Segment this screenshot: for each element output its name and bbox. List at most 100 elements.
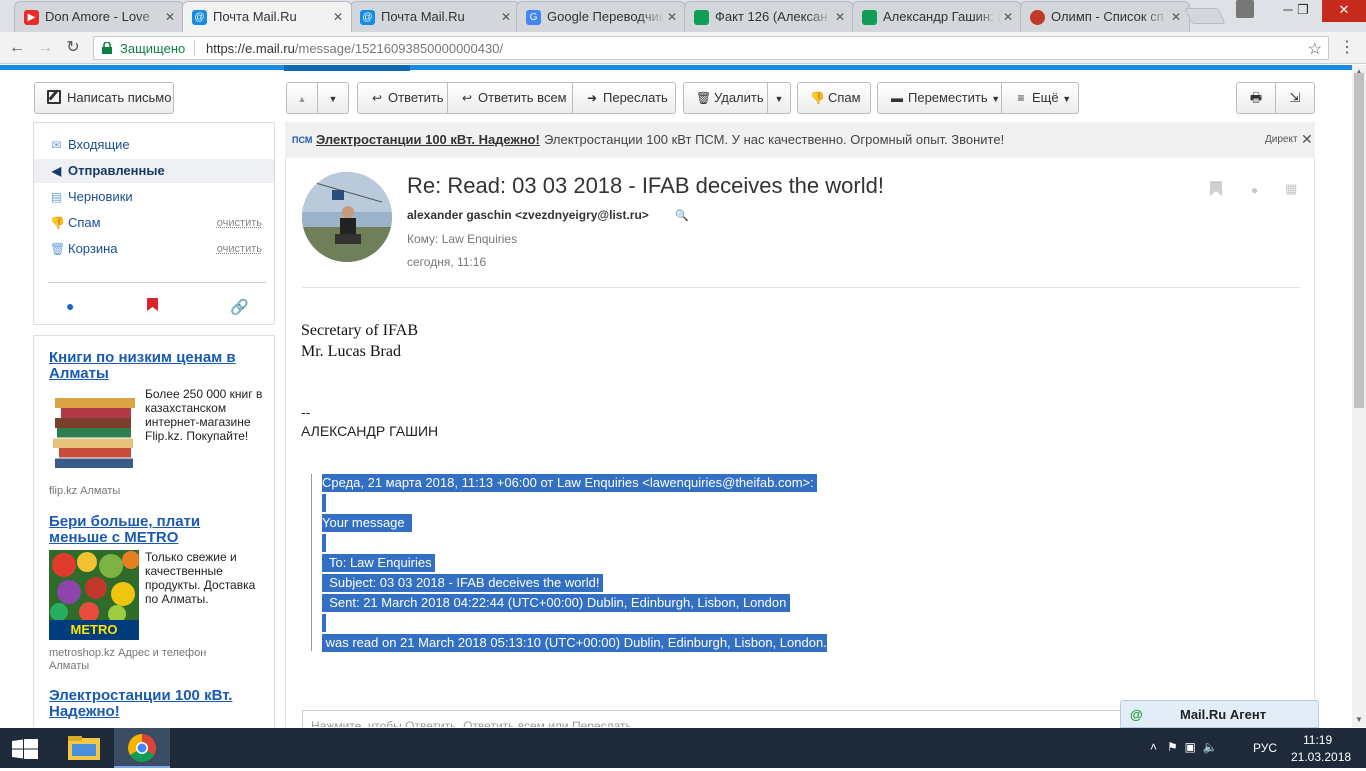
tab-close-icon[interactable]: ✕: [1171, 2, 1181, 32]
sheets-icon: [694, 10, 709, 25]
tab-close-icon[interactable]: ✕: [501, 2, 511, 32]
forward-icon[interactable]: →: [34, 38, 56, 58]
reply-button[interactable]: ↩ Ответить: [357, 82, 448, 114]
calendar-icon[interactable]: ▦: [1285, 181, 1297, 197]
tab-close-icon[interactable]: ✕: [333, 2, 343, 32]
tab-close-icon[interactable]: ✕: [1003, 2, 1013, 32]
print-button[interactable]: 🖶: [1236, 82, 1276, 114]
tab-close-icon[interactable]: ✕: [835, 2, 845, 32]
chevron-down-icon: ▼: [991, 94, 1001, 104]
browser-tab-strip: ▶ Don Amore - Love ✕ @ Почта Mail.Ru ✕ @…: [0, 0, 1366, 32]
header-stripe: [0, 65, 1352, 70]
move-label: Переместить: [908, 90, 988, 105]
windows-start-icon[interactable]: [12, 739, 38, 759]
collapse-button[interactable]: ⇲: [1275, 82, 1315, 114]
close-window-button[interactable]: ✕: [1322, 0, 1366, 22]
url-text[interactable]: https://e.mail.ru/message/15216093850000…: [206, 41, 503, 56]
spam-button[interactable]: 👎 Спам: [797, 82, 871, 114]
flag-tray-icon[interactable]: ⚑: [1167, 740, 1178, 754]
scroll-thumb[interactable]: [1354, 73, 1364, 408]
olymp-icon: [1030, 10, 1045, 25]
more-button[interactable]: ≡ Ещё ▼: [1001, 82, 1079, 114]
bookmark-star-icon[interactable]: ☆: [1308, 39, 1322, 59]
close-icon[interactable]: ✕: [1301, 131, 1313, 148]
forward-icon: ➜: [586, 91, 598, 105]
browser-tab-3[interactable]: G Google Переводчик ✕: [516, 1, 686, 32]
flag-icon[interactable]: [1210, 181, 1222, 200]
reply-icon: ↩: [371, 91, 383, 105]
user-profile-icon[interactable]: [1236, 0, 1254, 18]
browser-tab-1[interactable]: @ Почта Mail.Ru ✕: [182, 1, 352, 32]
ad-2-title[interactable]: Бери больше, плати меньше с METRO: [49, 514, 249, 546]
scroll-down-icon[interactable]: ▼: [1355, 715, 1363, 724]
message-sender[interactable]: alexander gaschin <zvezdnyeigry@list.ru>: [407, 208, 649, 222]
browser-tab-5[interactable]: Александр Гашин: ( ✕: [852, 1, 1022, 32]
direct-ad-banner[interactable]: ПСМ Электростанции 100 кВт. Надежно! Эле…: [285, 122, 1315, 158]
tray-expand-icon[interactable]: ˄: [1150, 740, 1157, 754]
folder-sent[interactable]: ◀ Отправленные: [34, 159, 274, 183]
file-explorer-icon[interactable]: [56, 728, 112, 768]
attachment-filter-icon[interactable]: 🔗: [230, 298, 249, 316]
sender-avatar[interactable]: [302, 172, 392, 262]
ad-1-title[interactable]: Книги по низким ценам в Алматы: [49, 350, 249, 382]
browser-tab-0[interactable]: ▶ Don Amore - Love ✕: [14, 1, 184, 32]
ad-2-text: Только свежие и качественные продукты. Д…: [145, 550, 256, 606]
direct-ad-title[interactable]: Электростанции 100 кВт. Надежно!: [316, 132, 540, 147]
next-message-button[interactable]: ▼: [317, 82, 349, 114]
ad-3-title[interactable]: Электростанции 100 кВт. Надежно!: [49, 688, 249, 720]
forward-label: Переслать: [603, 90, 668, 105]
drafts-icon: ▤: [50, 190, 63, 204]
mailru-agent-bar[interactable]: @ Mail.Ru Агент: [1120, 700, 1319, 728]
delete-button[interactable]: 🗑 Удалить: [683, 82, 768, 114]
signature-dash: --: [301, 404, 311, 420]
quote-line: [322, 614, 326, 632]
delete-dropdown-button[interactable]: ▼: [767, 82, 791, 114]
browser-tab-6[interactable]: Олимп - Список сп ✕: [1020, 1, 1190, 32]
flagged-filter-icon[interactable]: [147, 298, 158, 314]
address-bar[interactable]: Защищено https://e.mail.ru/message/15216…: [93, 36, 1329, 60]
folder-spam[interactable]: 👎 Спам очистить: [34, 211, 274, 235]
folder-label: Черновики: [68, 189, 133, 204]
chrome-icon[interactable]: [114, 728, 170, 768]
printer-icon: 🖶: [1249, 90, 1263, 105]
search-icon[interactable]: 🔍: [675, 209, 689, 222]
prev-message-button[interactable]: ▲: [286, 82, 318, 114]
clock-date[interactable]: 21.03.2018: [1291, 750, 1351, 764]
compose-button[interactable]: Написать письмо: [34, 82, 174, 114]
browser-menu-icon[interactable]: ⋮: [1339, 38, 1355, 58]
network-icon[interactable]: ▣: [1184, 740, 1195, 754]
reply-all-button[interactable]: ↩ Ответить всем: [447, 82, 573, 114]
volume-icon[interactable]: 🔈: [1202, 740, 1217, 754]
header-divider: [302, 287, 1300, 288]
language-indicator[interactable]: РУС: [1253, 741, 1277, 755]
clear-spam-link[interactable]: очистить: [217, 211, 262, 235]
move-button[interactable]: ▬ Переместить ▼: [877, 82, 1002, 114]
arrow-down-icon: ▼: [328, 94, 338, 104]
tab-close-icon[interactable]: ✕: [667, 2, 677, 32]
tab-close-icon[interactable]: ✕: [165, 2, 175, 32]
page-scrollbar[interactable]: ▲ ▼: [1352, 65, 1366, 727]
browser-tab-4[interactable]: Факт 126 (Алексан ✕: [684, 1, 854, 32]
unread-filter-icon[interactable]: ●: [66, 298, 74, 314]
clear-trash-link[interactable]: очистить: [217, 237, 262, 261]
books-image[interactable]: [49, 386, 139, 476]
chevron-down-icon: ▼: [1062, 94, 1072, 104]
new-tab-button[interactable]: [1184, 8, 1226, 24]
restore-button[interactable]: ❐: [1281, 0, 1325, 22]
quote-line: was read on 21 March 2018 05:13:10 (UTC+…: [322, 634, 827, 652]
reload-icon[interactable]: ↻: [62, 38, 84, 58]
forward-button[interactable]: ➜ Переслать: [572, 82, 676, 114]
windows-taskbar: ˄ ⚑ ▣ 🔈 РУС 11:19 21.03.2018: [0, 728, 1366, 768]
folder-drafts[interactable]: ▤ Черновики: [34, 185, 274, 209]
folder-inbox[interactable]: ✉ Входящие: [34, 133, 274, 157]
metro-logo: METRO: [70, 622, 118, 637]
browser-tab-2[interactable]: @ Почта Mail.Ru ✕: [350, 1, 520, 32]
folder-trash[interactable]: 🗑 Корзина очистить: [34, 237, 274, 261]
clock-time[interactable]: 11:19: [1303, 733, 1332, 747]
back-icon[interactable]: ←: [6, 38, 28, 58]
direct-ad-text: Электростанции 100 кВт ПСМ. У нас качест…: [544, 132, 1005, 147]
system-tray[interactable]: ˄ ⚑ ▣ 🔈: [1150, 740, 1217, 754]
spam-label: Спам: [828, 90, 861, 105]
read-status-icon[interactable]: ●: [1251, 183, 1258, 197]
ad-1-text: Более 250 000 книг в казахстанском интер…: [145, 387, 263, 443]
